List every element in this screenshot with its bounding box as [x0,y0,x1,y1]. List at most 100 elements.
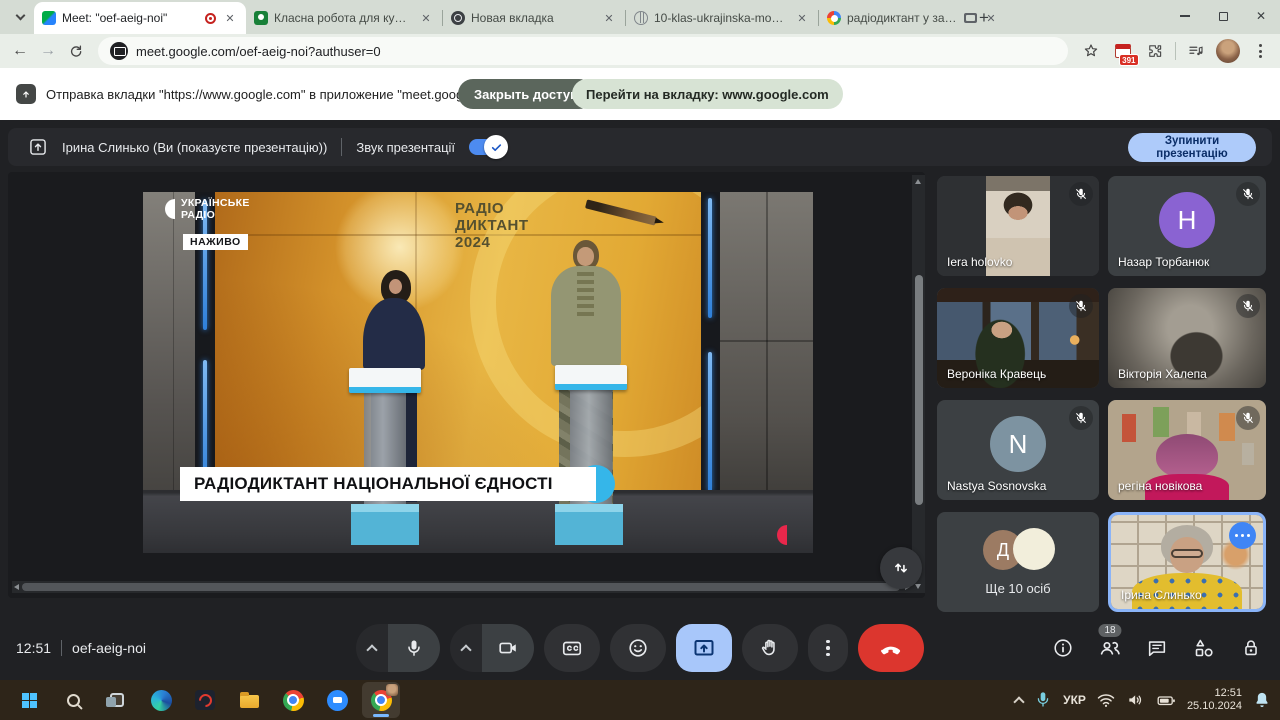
forward-button[interactable]: → [34,37,62,65]
participant-tile[interactable]: регіна новікова [1108,400,1266,500]
participant-name: Iera holovko [947,255,1012,269]
windows-taskbar: УКР 12:51 25.10.2024 [0,680,1280,720]
hidden-icons-button[interactable] [1013,696,1024,707]
file-explorer-button[interactable] [230,682,268,718]
profile-avatar[interactable] [1214,37,1242,65]
battery-icon[interactable] [1156,690,1177,711]
tab-new[interactable]: Новая вкладка ✕ [443,2,625,34]
address-bar[interactable]: meet.google.com/oef-aeig-noi?authuser=0 [98,37,1068,65]
reload-button[interactable] [62,37,90,65]
stop-presentation-button[interactable]: Зупинити презентацію [1128,133,1256,162]
chrome-active-button[interactable] [362,682,400,718]
toolbar-separator [1175,42,1176,60]
media-controls-button[interactable] [1182,37,1210,65]
tab-classroom[interactable]: Класна робота для курсу "1КМ ✕ [246,2,442,34]
extensions-menu-button[interactable] [1141,37,1169,65]
tray-mic-icon[interactable] [1033,690,1053,710]
glasses [1171,549,1203,558]
extension-button[interactable]: 391 [1109,37,1137,65]
edge-button[interactable] [142,682,180,718]
wifi-icon[interactable] [1096,690,1116,710]
taskbar-clock[interactable]: 12:51 25.10.2024 [1187,687,1242,713]
scroll-jump-button[interactable] [880,547,922,589]
zoom-button[interactable] [318,682,356,718]
task-view-button[interactable] [98,682,136,718]
studio-led-pillar-right [701,192,720,498]
bookmark-star-button[interactable] [1077,37,1105,65]
raise-hand-button[interactable] [742,624,798,672]
window-restore-button[interactable] [1204,0,1242,32]
star-icon [1082,42,1100,60]
vertical-scrollbar[interactable] [912,175,925,593]
participant-tile[interactable]: Вероніка Кравець [937,288,1099,388]
goto-shared-tab-button[interactable]: Перейти на вкладку: www.google.com [572,79,843,109]
tab-close-button[interactable]: ✕ [418,10,434,26]
volume-icon[interactable] [1126,690,1146,710]
task-view-icon [110,693,124,707]
tab-close-button[interactable]: ✕ [601,10,617,26]
start-button[interactable] [10,682,48,718]
chrome-button[interactable] [274,682,312,718]
tab-search-button[interactable] [8,7,32,27]
activities-button[interactable] [1189,633,1219,663]
self-tile[interactable]: Ірина Слинько [1108,512,1266,612]
new-tab-button[interactable]: + [972,6,996,30]
reactions-button[interactable] [610,624,666,672]
divider [61,640,62,656]
horizontal-scroll-thumb[interactable] [22,583,900,591]
chat-button[interactable] [1142,633,1172,663]
participant-tile[interactable]: Вікторія Халепа [1108,288,1266,388]
taskbar-search-button[interactable] [54,682,92,718]
scroll-up-arrow[interactable] [915,179,921,184]
people-button[interactable]: 18 [1095,633,1125,663]
camera-toggle-button[interactable] [482,624,534,672]
browser-menu-button[interactable] [1246,37,1274,65]
language-indicator[interactable]: УКР [1063,693,1086,707]
tab-title: Meet: "oef-aeig-noi" [62,11,199,25]
window-minimize-button[interactable] [1166,0,1204,32]
camera-options-button[interactable] [450,624,482,672]
end-call-button[interactable] [858,624,924,672]
host-controls-button[interactable] [1236,633,1266,663]
mic-off-icon [1069,182,1093,206]
mic-toggle-button[interactable] [388,624,440,672]
live-badge: НАЖИВО [183,234,248,250]
tab-mova[interactable]: 10-klas-ukrajinska-mova-avram ✕ [626,2,818,34]
browser-toolbar: ← → meet.google.com/oef-aeig-noi?authuse… [0,34,1280,68]
presentation-audio-label: Звук презентації [356,140,455,155]
scroll-down-arrow[interactable] [915,584,921,589]
horizontal-scrollbar[interactable] [12,581,912,593]
tab-close-button[interactable]: ✕ [794,10,810,26]
overflow-tile[interactable]: Д Ще 10 осіб [937,512,1099,612]
notification-bell-icon[interactable] [1252,690,1272,710]
taskbar-date: 25.10.2024 [1187,700,1242,713]
window-close-button[interactable]: ✕ [1242,0,1280,32]
presentation-banner: Ірина Слинько (Ви (показуєте презентацію… [8,128,1272,166]
more-options-button[interactable] [808,624,848,672]
tile-options-button[interactable] [1229,522,1256,549]
mic-options-button[interactable] [356,624,388,672]
back-button[interactable]: ← [6,37,34,65]
broadcast-banner: РАДІОДИКТАНТ НАЦІОНАЛЬНОЇ ЄДНОСТІ [180,467,596,501]
mic-off-icon [1236,294,1260,318]
acrobat-button[interactable] [186,682,224,718]
participant-name: Назар Торбанюк [1118,255,1209,269]
participant-tile[interactable]: Iera holovko [937,176,1099,276]
scroll-left-arrow[interactable] [14,584,19,590]
channel-name-line2: РАДІО [181,209,215,221]
participant-count-badge: 18 [1098,624,1121,637]
meeting-details-button[interactable] [1048,633,1078,663]
participant-tile[interactable]: Н Назар Торбанюк [1108,176,1266,276]
participant-tile[interactable]: N Nastya Sosnovska [937,400,1099,500]
edge-icon [151,690,172,711]
three-dots-icon [826,640,830,657]
end-call-icon [879,636,903,660]
camera-preview-overlay [386,684,398,696]
tab-meet[interactable]: Meet: "oef-aeig-noi" ✕ [34,2,246,34]
presentation-audio-toggle[interactable] [469,139,505,155]
present-button[interactable] [676,624,732,672]
minimize-icon [1180,15,1190,17]
captions-button[interactable] [544,624,600,672]
tab-close-button[interactable]: ✕ [222,10,238,26]
vertical-scroll-thumb[interactable] [915,275,923,505]
